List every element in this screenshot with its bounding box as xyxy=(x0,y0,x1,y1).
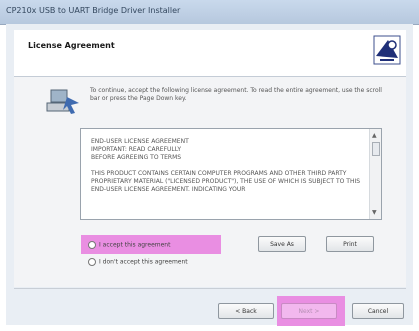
intro-text: To continue, accept the following licens… xyxy=(90,87,382,102)
usb-installer-logo-icon xyxy=(373,35,401,65)
page-title: License Agreement xyxy=(28,41,115,50)
footer-divider xyxy=(14,288,406,289)
cancel-button[interactable]: Cancel xyxy=(352,303,404,319)
radio-icon[interactable] xyxy=(88,258,96,266)
decline-label: I don't accept this agreement xyxy=(99,258,188,266)
content-panel: To continue, accept the following licens… xyxy=(14,77,406,287)
save-as-button[interactable]: Save As xyxy=(258,236,306,252)
license-textbox[interactable]: END-USER LICENSE AGREEMENT IMPORTANT: RE… xyxy=(80,128,382,220)
accept-label: I accept this agreement xyxy=(99,241,171,249)
decline-radio[interactable]: I don't accept this agreement xyxy=(88,258,188,266)
license-text: END-USER LICENSE AGREEMENT IMPORTANT: RE… xyxy=(91,138,361,193)
window-title: CP210x USB to UART Bridge Driver Install… xyxy=(6,6,181,15)
scroll-down-icon[interactable]: ▼ xyxy=(372,209,377,216)
back-button[interactable]: < Back xyxy=(218,303,274,319)
print-button[interactable]: Print xyxy=(326,236,374,252)
accept-radio[interactable]: I accept this agreement xyxy=(88,241,170,249)
radio-icon[interactable] xyxy=(88,241,96,249)
scroll-up-icon[interactable]: ▲ xyxy=(372,132,377,139)
license-scrollbar[interactable]: ▲ ▼ xyxy=(369,129,381,219)
next-button[interactable]: Next > xyxy=(281,303,337,319)
title-bar: CP210x USB to UART Bridge Driver Install… xyxy=(0,0,419,25)
computer-install-icon xyxy=(46,89,79,114)
dialog-header: License Agreement xyxy=(14,30,406,77)
scroll-thumb[interactable] xyxy=(372,142,380,156)
